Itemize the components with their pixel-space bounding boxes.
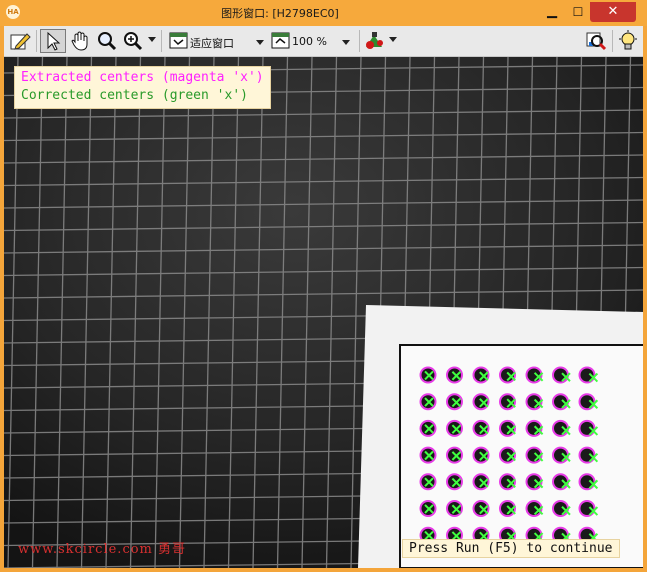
lightbulb-icon <box>619 30 637 50</box>
close-button[interactable]: ✕ <box>590 2 636 22</box>
zoom-window-icon <box>271 32 290 49</box>
magnifier-icon <box>98 32 117 51</box>
camera-image <box>4 57 643 568</box>
window-title: 图形窗口: [H2798EC0] <box>221 7 339 20</box>
select-button[interactable] <box>40 29 66 53</box>
zoom-in-button[interactable] <box>121 29 145 53</box>
edit-pencil-icon <box>10 33 31 50</box>
toolbar-separator <box>36 30 37 52</box>
legend-corrected-centers: Corrected centers (green 'x') <box>21 88 248 103</box>
color-tool-button[interactable] <box>362 29 388 53</box>
toolbar-separator <box>612 30 613 52</box>
pan-hand-icon <box>71 31 88 51</box>
title-bar[interactable]: HA 图形窗口: [H2798EC0] ▁ ☐ ✕ <box>0 0 647 26</box>
fit-mode-value: 适应窗口 <box>190 37 234 50</box>
edit-button[interactable] <box>7 29 33 53</box>
legend-extracted-centers: Extracted centers (magenta 'x') <box>21 70 264 85</box>
color-dropdown-chevron-down-icon[interactable] <box>389 37 397 42</box>
fit-mode-combo[interactable]: 适应窗口 <box>166 29 270 53</box>
pan-button[interactable] <box>68 29 94 53</box>
image-canvas[interactable]: Extracted centers (magenta 'x') Correcte… <box>4 57 643 568</box>
hint-button[interactable] <box>616 29 640 53</box>
fit-window-icon <box>169 32 188 49</box>
color-tool-icon <box>366 32 383 49</box>
chevron-down-icon <box>342 40 350 45</box>
minimize-button[interactable]: ▁ <box>538 2 566 22</box>
zoom-percent-combo[interactable]: 100 % <box>270 29 356 53</box>
legend-box: Extracted centers (magenta 'x') Correcte… <box>14 66 271 109</box>
inspect-button[interactable] <box>584 29 608 53</box>
magnify-button[interactable] <box>95 29 119 53</box>
run-hint-message: Press Run (F5) to continue <box>402 539 620 558</box>
zoom-dropdown-chevron-down-icon[interactable] <box>148 37 156 42</box>
select-arrow-icon <box>47 31 61 51</box>
inspect-icon <box>586 32 607 51</box>
graphics-window: HA 图形窗口: [H2798EC0] ▁ ☐ ✕ 适应窗口 100 % Ext… <box>0 0 647 572</box>
watermark-text: www.skcircle.com 勇哥 <box>18 542 187 557</box>
zoom-in-icon <box>124 32 143 51</box>
zoom-percent-value: 100 % <box>292 35 327 48</box>
toolbar-separator <box>359 30 360 52</box>
maximize-button[interactable]: ☐ <box>566 2 590 22</box>
chevron-down-icon <box>256 40 264 45</box>
toolbar: 适应窗口 100 % <box>4 26 643 57</box>
toolbar-separator <box>161 30 162 52</box>
